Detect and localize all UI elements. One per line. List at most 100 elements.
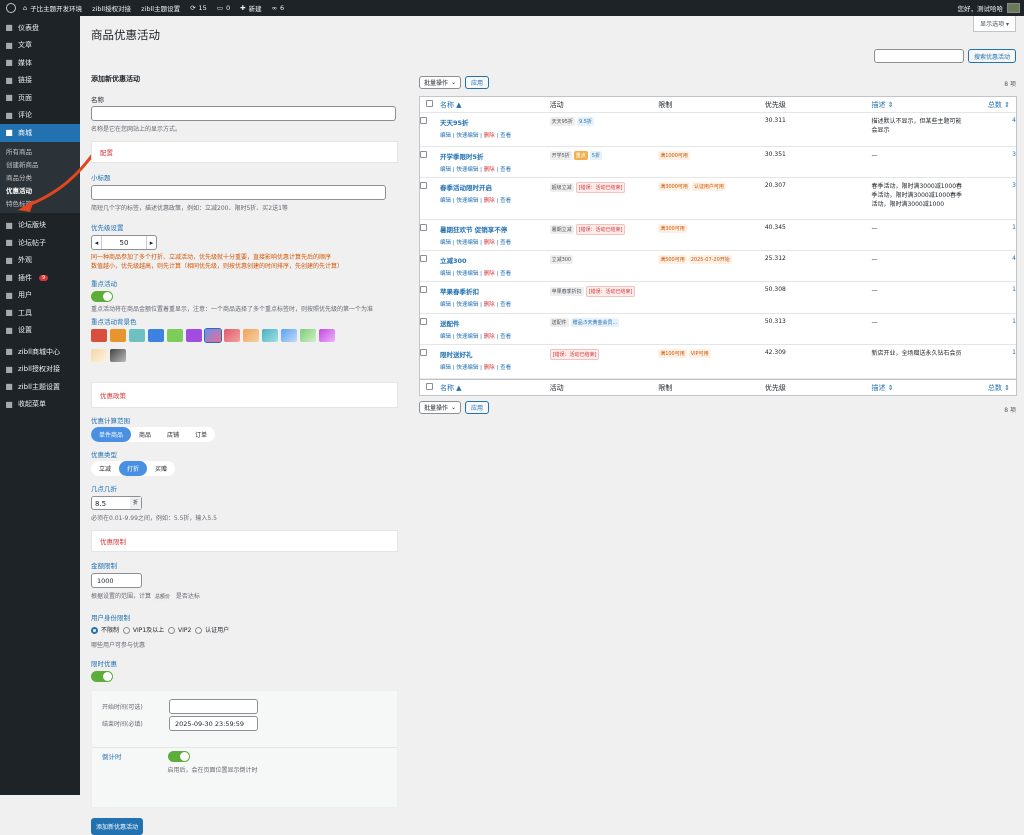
swatch[interactable] <box>319 328 335 342</box>
view-link[interactable]: 查看 <box>500 167 511 173</box>
sidebar-item-link[interactable]: ■ 链接 <box>0 72 80 90</box>
comments-link[interactable]: ▭ 0 <box>212 4 235 12</box>
edit-link[interactable]: 编辑 <box>440 167 451 173</box>
view-link[interactable]: 查看 <box>500 365 511 371</box>
delete-link[interactable]: 删除 <box>484 198 495 204</box>
view-link[interactable]: 查看 <box>500 334 511 340</box>
radio-option[interactable]: 认证用户 <box>195 626 229 634</box>
edit-link[interactable]: 编辑 <box>440 198 451 204</box>
sidebar-item-forum[interactable]: ■ 论坛版块 <box>0 217 80 235</box>
sidebar-item-gear[interactable]: ■ zibll主题设置 <box>0 378 80 396</box>
row-checkbox[interactable] <box>420 117 427 124</box>
swatch[interactable] <box>224 328 240 342</box>
sidebar-item-comment[interactable]: ■ 评论 <box>0 107 80 125</box>
scope-selector[interactable]: 单件商品 商品 店铺 订单 <box>91 426 216 442</box>
sidebar-item-settings[interactable]: ■ 设置 <box>0 322 80 340</box>
end-time-input[interactable]: 2025-09-30 23:59:59 <box>169 715 258 731</box>
sidebar-item-collapse[interactable]: ■ 收起菜单 <box>0 396 80 414</box>
count-link[interactable]: 1 <box>973 282 1016 313</box>
edit-link[interactable]: 编辑 <box>440 240 451 246</box>
submenu-feature-tags[interactable]: 特色标签 <box>0 197 80 210</box>
row-name-link[interactable]: 送配件 <box>440 318 550 328</box>
auth-link[interactable]: zibll授权对接 <box>87 3 136 13</box>
col-desc[interactable]: 描述 ⇕ <box>871 100 973 110</box>
swatch[interactable] <box>281 328 297 342</box>
quick-edit-link[interactable]: 快速编辑 <box>456 240 478 246</box>
quick-edit-link[interactable]: 快速编辑 <box>456 271 478 277</box>
scope-option[interactable]: 商品 <box>131 427 159 442</box>
quick-edit-link[interactable]: 快速编辑 <box>456 167 478 173</box>
row-name-link[interactable]: 春季活动限时开启 <box>440 182 550 192</box>
increment-icon[interactable]: ▸ <box>146 236 156 249</box>
row-name-link[interactable]: 暑期狂欢节 促销享不停 <box>440 224 550 234</box>
discount-input[interactable]: 8.5 <box>92 497 130 509</box>
screen-options-button[interactable]: 显示选项 ▾ <box>973 16 1016 32</box>
sidebar-item-user[interactable]: ■ 用户 <box>0 287 80 305</box>
row-checkbox[interactable] <box>420 151 427 158</box>
sidebar-item-dashboard[interactable]: ■ 仪表盘 <box>0 19 80 37</box>
swatch[interactable] <box>167 328 183 342</box>
quick-edit-link[interactable]: 快速编辑 <box>456 334 478 340</box>
row-checkbox[interactable] <box>420 224 427 231</box>
type-option[interactable]: 买赠 <box>147 461 175 476</box>
swatch[interactable] <box>243 328 259 342</box>
sidebar-item-plugin[interactable]: ■ 插件 9 <box>0 269 80 287</box>
col-count[interactable]: 总数 ⇕ <box>973 383 1016 393</box>
row-checkbox[interactable] <box>420 318 427 325</box>
submenu-new-product[interactable]: 创建新商品 <box>0 158 80 171</box>
quick-edit-link[interactable]: 快速编辑 <box>456 133 478 139</box>
delete-link[interactable]: 删除 <box>484 240 495 246</box>
row-name-link[interactable]: 苹果春季折扣 <box>440 286 550 296</box>
highlight-toggle[interactable] <box>91 290 113 302</box>
wordpress-logo-icon[interactable] <box>6 3 16 13</box>
swatch[interactable] <box>129 328 145 342</box>
view-link[interactable]: 查看 <box>500 198 511 204</box>
delete-link[interactable]: 删除 <box>484 334 495 340</box>
edit-link[interactable]: 编辑 <box>440 133 451 139</box>
radio-option[interactable]: VIP2 <box>167 626 191 634</box>
count-link[interactable]: 1 <box>973 345 1016 378</box>
bulk-action-select[interactable]: 批量操作 ⌄ <box>419 76 462 89</box>
delete-link[interactable]: 删除 <box>484 133 495 139</box>
sidebar-item-shop[interactable]: ■ 商城 <box>0 124 80 142</box>
edit-link[interactable]: 编辑 <box>440 271 451 277</box>
radio-option[interactable]: VIP1及以上 <box>122 626 164 634</box>
edit-link[interactable]: 编辑 <box>440 365 451 371</box>
radio-option[interactable]: 不限制 <box>91 626 119 634</box>
count-link[interactable]: 1 <box>973 220 1016 250</box>
select-all-checkbox[interactable] <box>426 383 433 390</box>
row-name-link[interactable]: 天天95折 <box>440 117 550 127</box>
quick-edit-link[interactable]: 快速编辑 <box>456 198 478 204</box>
edit-link[interactable]: 编辑 <box>440 302 451 308</box>
edit-link[interactable]: 编辑 <box>440 334 451 340</box>
sidebar-item-gear[interactable]: ■ zibll商城中心 <box>0 343 80 361</box>
priority-stepper[interactable]: ◂ 50 ▸ <box>91 235 157 250</box>
type-option[interactable]: 立减 <box>91 461 119 476</box>
submit-button[interactable]: 添加新优惠活动 <box>91 817 144 835</box>
name-input[interactable] <box>91 106 396 121</box>
delete-link[interactable]: 删除 <box>484 167 495 173</box>
view-link[interactable]: 查看 <box>500 271 511 277</box>
submenu-discounts[interactable]: 优惠活动 <box>0 184 80 197</box>
count-link[interactable]: 3 <box>973 178 1016 219</box>
row-checkbox[interactable] <box>420 255 427 262</box>
col-count[interactable]: 总数 ⇕ <box>973 100 1016 110</box>
row-name-link[interactable]: 开学季限时5折 <box>440 151 550 161</box>
count-link[interactable]: 1 <box>973 314 1016 344</box>
count-link[interactable]: 4 <box>973 251 1016 281</box>
bulk-action-select[interactable]: 批量操作 ⌄ <box>419 401 462 414</box>
delete-link[interactable]: 删除 <box>484 271 495 277</box>
col-name[interactable]: 名称 ▲ <box>440 100 550 110</box>
swatch-selected[interactable] <box>204 327 222 343</box>
swatch[interactable] <box>186 328 202 342</box>
apply-button[interactable]: 应用 <box>465 401 490 414</box>
search-button[interactable]: 搜索优惠活动 <box>967 49 1016 63</box>
account-menu[interactable]: 您好，测试哈哈 <box>958 0 1020 16</box>
select-all-checkbox[interactable] <box>426 100 433 107</box>
row-checkbox[interactable] <box>420 349 427 356</box>
start-time-input[interactable] <box>169 698 258 714</box>
row-name-link[interactable]: 限时送好礼 <box>440 349 550 359</box>
col-name[interactable]: 名称 ▲ <box>440 383 550 393</box>
view-link[interactable]: 查看 <box>500 302 511 308</box>
sidebar-item-appearance[interactable]: ■ 外观 <box>0 252 80 270</box>
